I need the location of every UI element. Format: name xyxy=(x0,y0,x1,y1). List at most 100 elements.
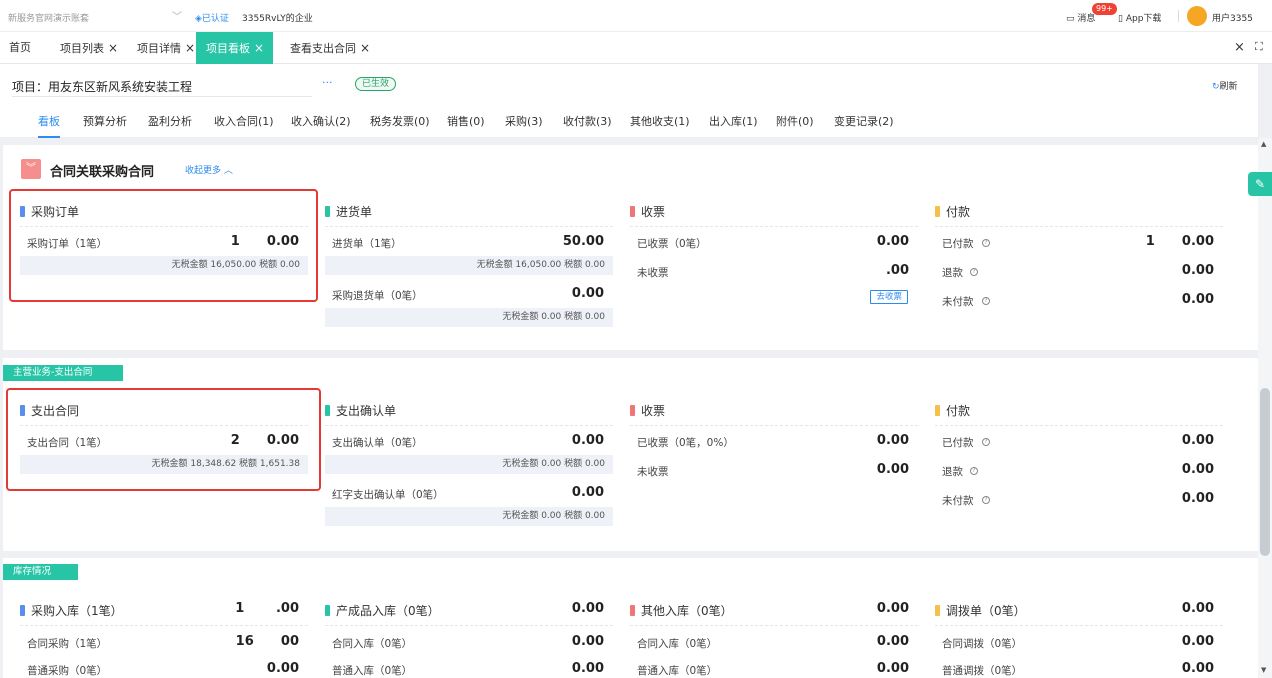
tab-view-expense-contract[interactable]: 查看支出合同 × xyxy=(290,32,370,64)
summary-row[interactable]: 红字支出确认单（0笔） 0.00 xyxy=(325,485,613,503)
tab-label: 项目列表 xyxy=(60,42,104,55)
avatar[interactable] xyxy=(1187,6,1207,26)
refresh-icon: ↻ xyxy=(1212,82,1220,92)
more-button[interactable]: ··· xyxy=(322,76,333,89)
scroll-up-icon[interactable]: ▲ xyxy=(1261,140,1266,148)
summary-row[interactable]: 进货单（1笔） 50.00 xyxy=(325,234,613,252)
help-icon[interactable]: ? xyxy=(970,268,978,276)
summary-row[interactable]: 未收票 .00 xyxy=(630,263,918,281)
app-download-button[interactable]: ▯ App下载 xyxy=(1118,11,1161,24)
row-value: 0.00 xyxy=(876,433,909,448)
column-title: 产成品入库（0笔） 0.00 xyxy=(325,600,613,620)
divider xyxy=(935,226,1223,227)
receive-invoice-button[interactable]: 去收票 xyxy=(870,290,908,304)
color-marker xyxy=(630,205,635,217)
divider xyxy=(20,625,308,626)
help-icon[interactable]: ? xyxy=(982,239,990,247)
scrollbar-thumb[interactable] xyxy=(1260,388,1270,556)
close-icon[interactable]: × xyxy=(360,41,370,55)
column-title-text: 付款 xyxy=(946,204,971,219)
subtab-item[interactable]: 收入合同(1) xyxy=(214,108,274,138)
subtab-item[interactable]: 收付款(3) xyxy=(563,108,612,138)
summary-row[interactable]: 未付款? 0.00 xyxy=(935,491,1223,509)
divider xyxy=(1178,10,1179,22)
tab-project-board[interactable]: 项目看板 × xyxy=(196,32,273,64)
summary-row[interactable]: 普通入库（0笔） 0.00 xyxy=(630,661,918,678)
subtab-item[interactable]: 其他收支(1) xyxy=(630,108,690,138)
inventory-column: 其他入库（0笔） 0.00 合同入库（0笔） 0.00 普通入库（0笔） 0.00 xyxy=(630,600,918,678)
close-icon[interactable]: × xyxy=(108,41,118,55)
subtab-item[interactable]: 变更记录(2) xyxy=(834,108,894,138)
scrollbar[interactable]: ▲ ▼ xyxy=(1258,138,1272,678)
tab-home[interactable]: 首页 xyxy=(9,32,31,64)
tab-project-detail[interactable]: 项目详情 × xyxy=(137,32,195,64)
subtab-item[interactable]: 看板 xyxy=(38,108,60,138)
subtab-item[interactable]: 盈利分析 xyxy=(148,108,192,138)
column-title: 进货单 xyxy=(325,201,613,221)
summary-row[interactable]: 已付款? 0.00 xyxy=(935,433,1223,451)
summary-row[interactable]: 已付款? 1 0.00 xyxy=(935,234,1223,252)
subtab-item[interactable]: 附件(0) xyxy=(776,108,814,138)
fullscreen-icon[interactable]: ⛶ xyxy=(1255,40,1263,54)
app-download-label: App下载 xyxy=(1125,14,1162,24)
row-label: 退款 xyxy=(942,267,963,279)
message-button[interactable]: ▭ 消息 xyxy=(1066,11,1095,24)
title-underline xyxy=(12,96,312,97)
row-label: 未付款 xyxy=(942,296,974,308)
chevron-down-icon[interactable]: ﹀ xyxy=(172,8,182,23)
row-value: 0.00 xyxy=(1181,263,1214,278)
collapse-link[interactable]: 收起更多 ︿ xyxy=(185,163,233,176)
subtab-item[interactable]: 收入确认(2) xyxy=(291,108,351,138)
close-all-icon[interactable]: × xyxy=(1234,40,1245,55)
top-bar: 新服务官网演示账套 ﹀ ◈已认证 3355RvLY的企业 ▭ 消息 99+ ▯ … xyxy=(0,0,1272,32)
summary-column: 收票已收票（0笔） 0.00 未收票 .00 去收票 xyxy=(630,201,918,341)
summary-row[interactable]: 未付款? 0.00 xyxy=(935,292,1223,310)
double-chevron-icon[interactable]: ︾ xyxy=(21,159,41,179)
collapse-label: 收起更多 xyxy=(185,166,222,176)
subtab-item[interactable]: 销售(0) xyxy=(447,108,485,138)
row-value: 0.00 xyxy=(876,661,909,676)
color-marker xyxy=(935,205,940,217)
row-value: 0.00 xyxy=(876,634,909,649)
summary-row[interactable]: 已收票（0笔，0%） 0.00 xyxy=(630,433,918,451)
row-label: 普通采购（0笔） xyxy=(27,665,108,677)
message-label: 消息 xyxy=(1077,14,1096,24)
summary-row[interactable]: 普通调拨（0笔） 0.00 xyxy=(935,661,1223,678)
summary-row[interactable]: 合同采购（1笔） 16 00 xyxy=(20,634,308,652)
subtab-item[interactable]: 预算分析 xyxy=(83,108,127,138)
summary-row[interactable]: 未收票 0.00 xyxy=(630,462,918,480)
help-icon[interactable]: ? xyxy=(982,496,990,504)
summary-row[interactable]: 普通采购（0笔） 0.00 xyxy=(20,661,308,678)
row-label: 合同调拨（0笔） xyxy=(942,638,1023,650)
summary-row[interactable]: 合同入库（0笔） 0.00 xyxy=(325,634,613,652)
row-value: 50.00 xyxy=(562,234,604,249)
subtab-item[interactable]: 采购(3) xyxy=(505,108,543,138)
note-button[interactable]: ✎ xyxy=(1248,172,1272,196)
user-name[interactable]: 用户3355 xyxy=(1212,11,1253,24)
close-icon[interactable]: × xyxy=(254,41,264,55)
scroll-down-icon[interactable]: ▼ xyxy=(1261,666,1266,674)
help-icon[interactable]: ? xyxy=(970,467,978,475)
column-title-text: 其他入库（0笔） xyxy=(641,603,733,618)
column-title: 收票 xyxy=(630,201,918,221)
refresh-button[interactable]: ↻刷新 xyxy=(1212,79,1238,92)
subtab-item[interactable]: 税务发票(0) xyxy=(370,108,430,138)
summary-row[interactable]: 普通入库（0笔） 0.00 xyxy=(325,661,613,678)
summary-row[interactable]: 采购退货单（0笔） 0.00 xyxy=(325,286,613,304)
row-label: 已收票（0笔，0%） xyxy=(637,437,734,449)
summary-row[interactable]: 合同调拨（0笔） 0.00 xyxy=(935,634,1223,652)
summary-row[interactable]: 退款? 0.00 xyxy=(935,263,1223,281)
color-marker xyxy=(630,404,635,416)
help-icon[interactable]: ? xyxy=(982,438,990,446)
org-selector[interactable]: 新服务官网演示账套 xyxy=(8,11,89,24)
summary-row[interactable]: 退款? 0.00 xyxy=(935,462,1223,480)
summary-row[interactable]: 支出确认单（0笔） 0.00 xyxy=(325,433,613,451)
column-title-text: 调拨单（0笔） xyxy=(946,603,1026,618)
summary-row[interactable]: 已收票（0笔） 0.00 xyxy=(630,234,918,252)
help-icon[interactable]: ? xyxy=(982,297,990,305)
row-value: 0.00 xyxy=(571,433,604,448)
summary-row[interactable]: 合同入库（0笔） 0.00 xyxy=(630,634,918,652)
close-icon[interactable]: × xyxy=(185,41,195,55)
subtab-item[interactable]: 出入库(1) xyxy=(709,108,758,138)
tab-project-list[interactable]: 项目列表 × xyxy=(60,32,118,64)
